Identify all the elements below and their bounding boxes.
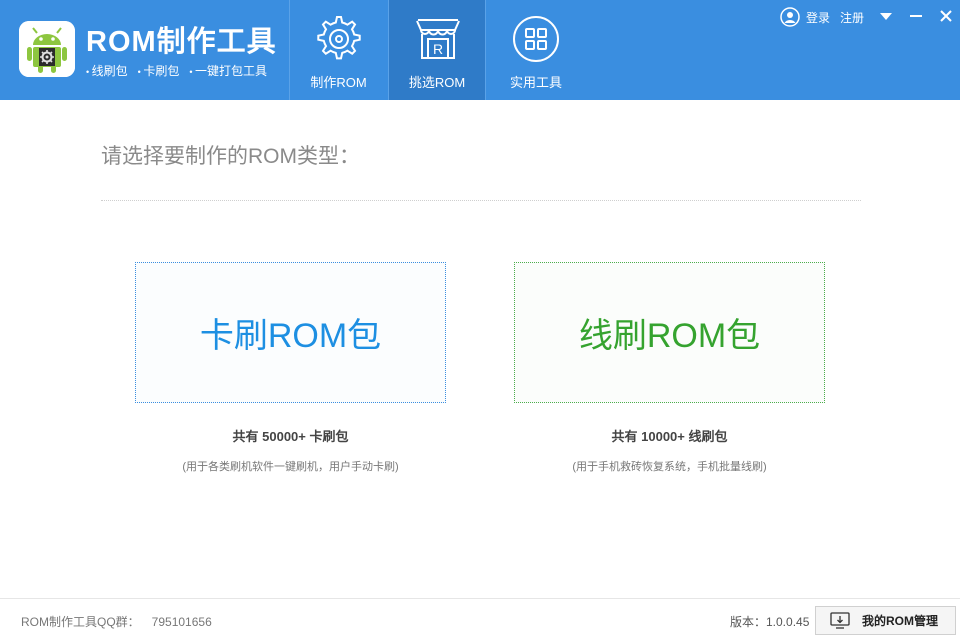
dropdown-menu-icon[interactable] [876, 6, 896, 26]
card-title: 卡刷ROM包 [199, 317, 382, 355]
feature-item: 线刷包 [86, 62, 128, 79]
account-area: 登录 注册 [780, 7, 864, 27]
login-link[interactable]: 登录 [806, 9, 830, 26]
user-icon[interactable] [780, 7, 800, 27]
feature-item: 卡刷包 [138, 62, 179, 79]
shop-rom-icon: R [416, 19, 460, 59]
card-rom-option-sd[interactable]: 卡刷ROM包 [135, 262, 446, 403]
window-controls [876, 6, 956, 26]
version-label: 版本：1.0.0.45 [730, 615, 810, 629]
feature-item: 一键打包工具 [189, 62, 267, 79]
nav-tab-make-rom[interactable]: 制作ROM [289, 0, 387, 100]
page-prompt: 请选择要制作的ROM类型： [101, 145, 360, 168]
close-icon[interactable] [936, 6, 956, 26]
nav-tab-tools[interactable]: 实用工具 [487, 0, 585, 100]
gear-disc-icon [317, 16, 361, 60]
card-count: 共有 10000+ 线刷包 [611, 429, 728, 444]
my-rom-manager-button[interactable]: 我的ROM管理 [815, 606, 956, 635]
android-robot-icon [19, 21, 75, 77]
card-count: 共有 50000+ 卡刷包 [232, 429, 349, 444]
card-description: (用于各类刷机软件一键刷机，用户手动卡刷) [182, 461, 399, 473]
title-bar: ROM制作工具 线刷包 卡刷包 一键打包工具 制作ROM R 挑选ROM [0, 0, 960, 100]
register-link[interactable]: 注册 [840, 9, 864, 26]
nav-label: 制作ROM [310, 75, 367, 90]
qq-label: ROM制作工具QQ群： [21, 615, 140, 629]
divider [101, 200, 861, 201]
manager-button-label: 我的ROM管理 [862, 614, 938, 628]
svg-text:R: R [433, 41, 443, 57]
card-title: 线刷ROM包 [578, 317, 761, 355]
minimize-icon[interactable] [906, 6, 926, 26]
app-logo [19, 21, 75, 77]
nav-tab-pick-rom[interactable]: R 挑选ROM [388, 0, 486, 100]
card-description: (用于手机救砖恢复系统，手机批量线刷) [572, 461, 767, 473]
monitor-download-icon [830, 611, 850, 629]
nav-label: 实用工具 [509, 75, 562, 90]
feature-list: 线刷包 卡刷包 一键打包工具 [86, 62, 267, 79]
app-title: ROM制作工具 [86, 26, 277, 58]
nav-label: 挑选ROM [408, 75, 466, 90]
card-rom-option-line[interactable]: 线刷ROM包 [514, 262, 825, 403]
qq-number: 795101656 [151, 615, 212, 629]
grid-apps-icon [513, 16, 559, 62]
qq-group-info: ROM制作工具QQ群： 795101656 [21, 613, 212, 630]
